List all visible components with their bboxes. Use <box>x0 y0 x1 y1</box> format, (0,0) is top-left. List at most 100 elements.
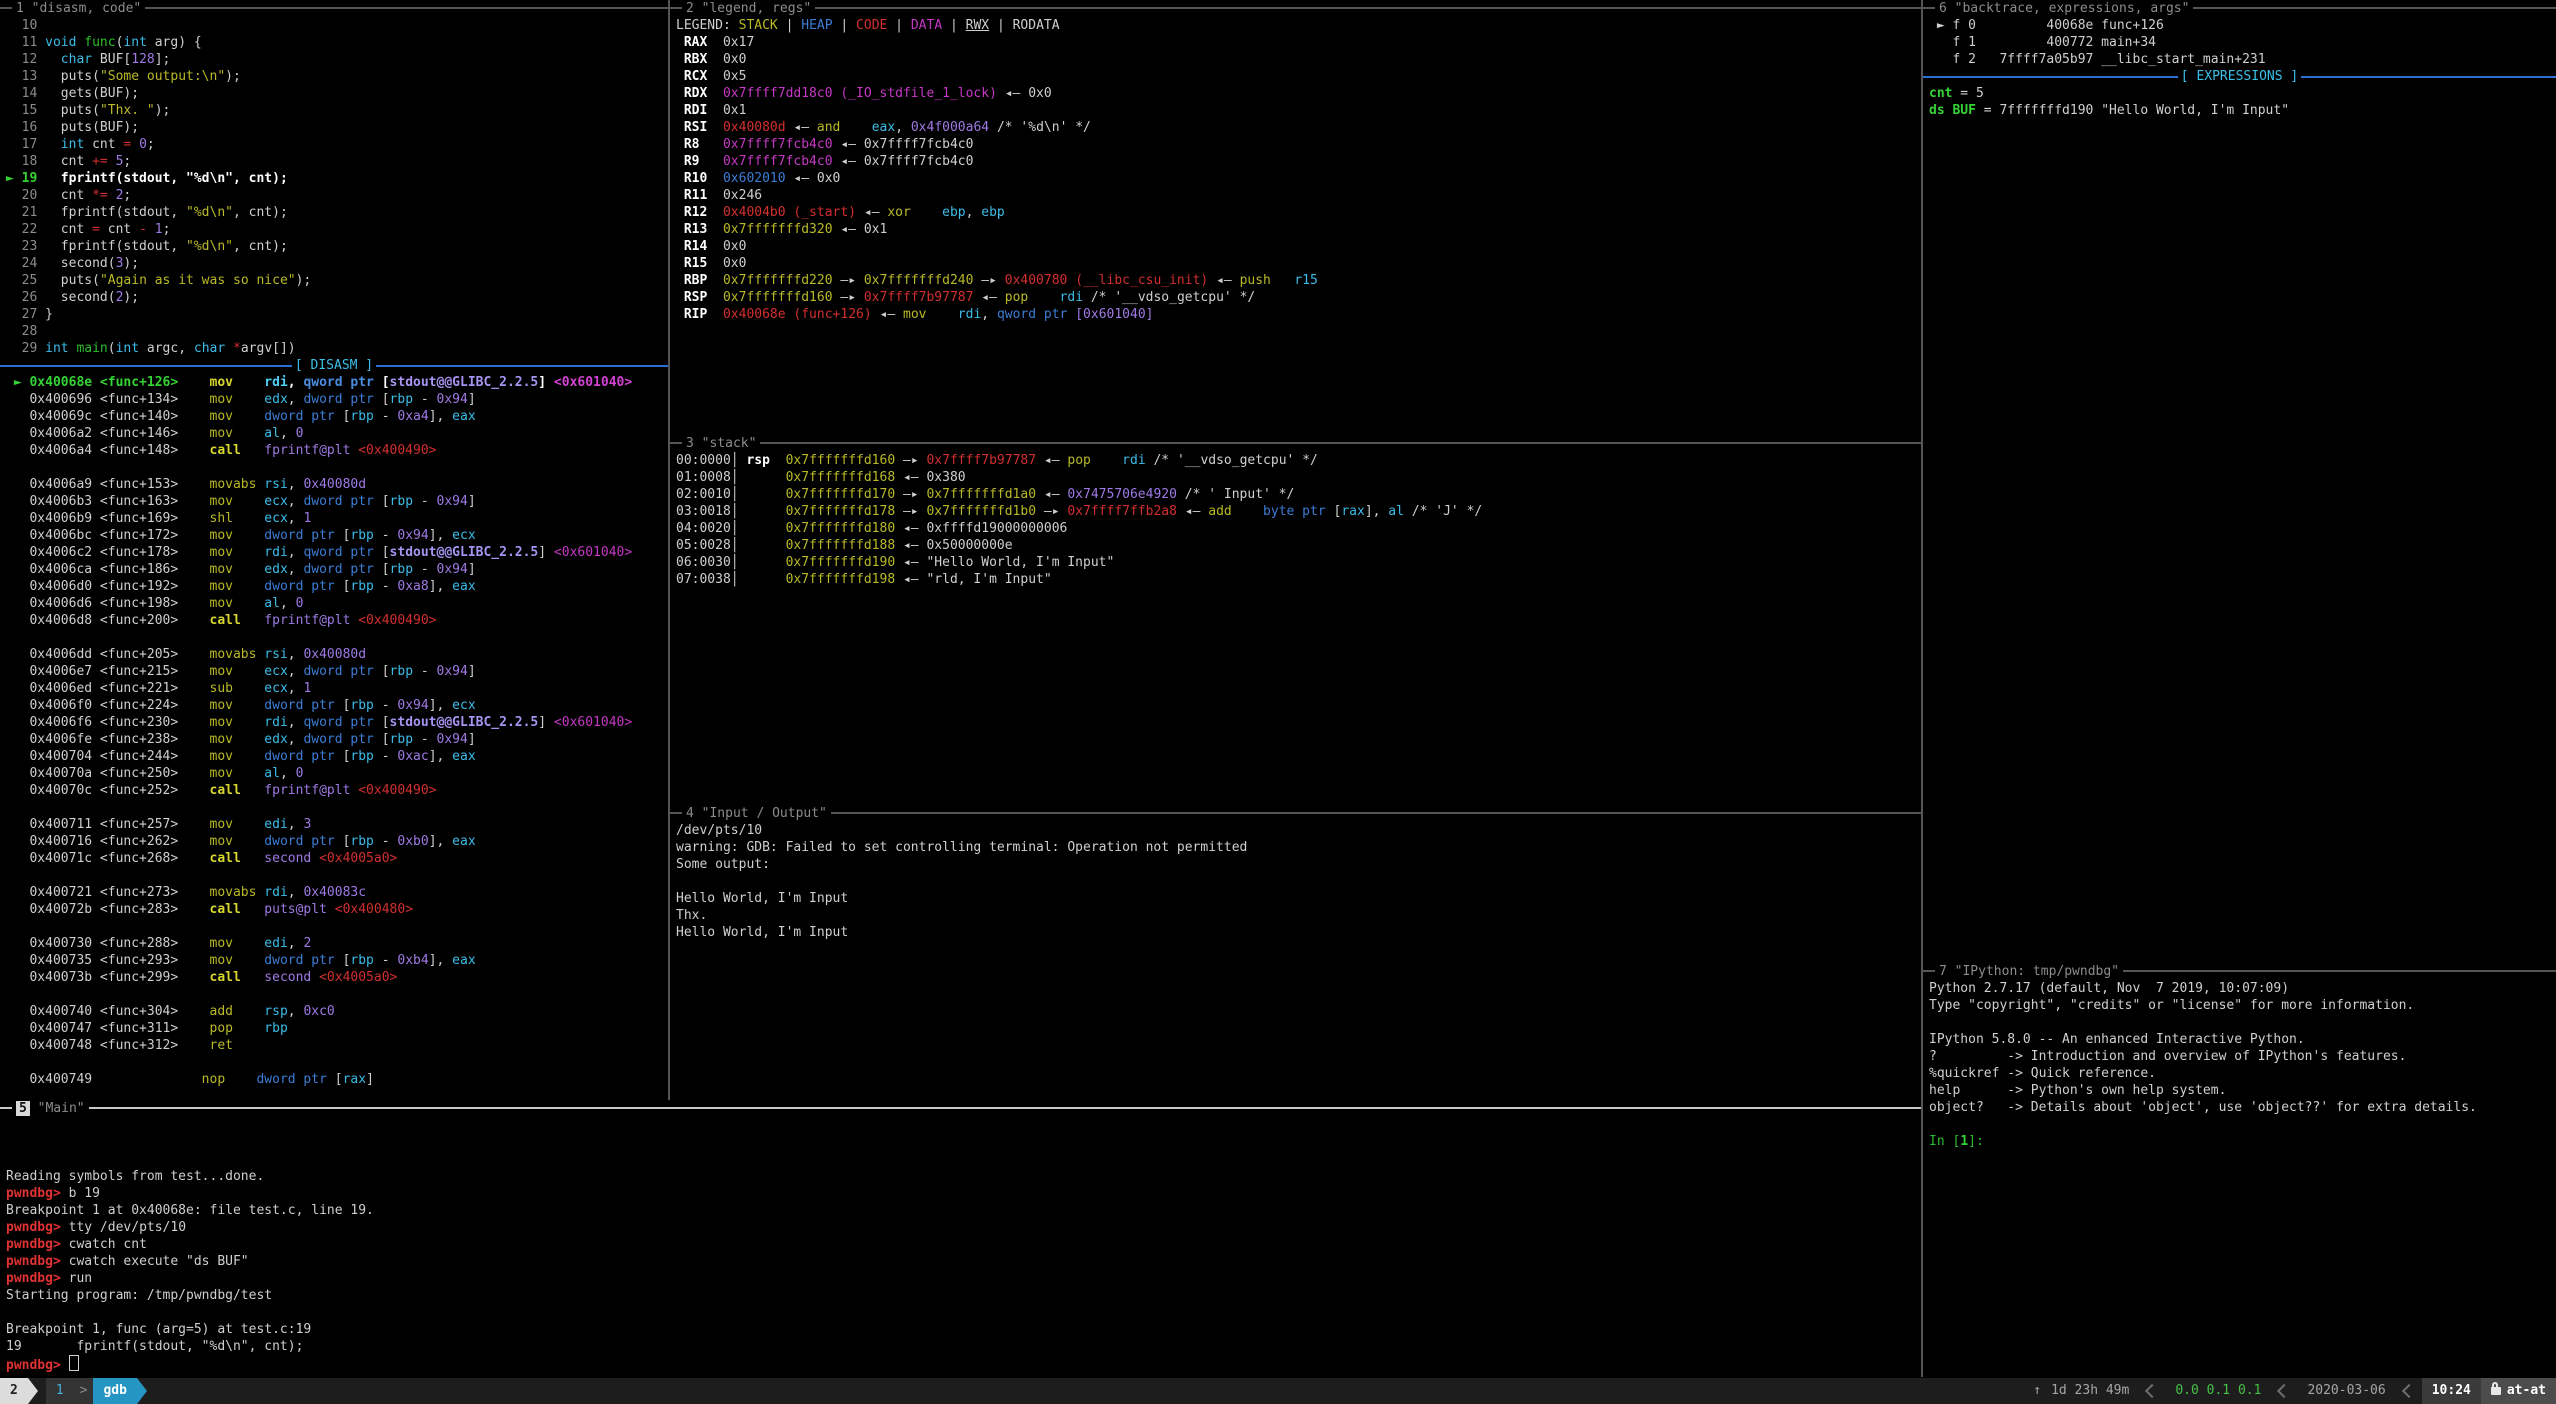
terminal-text <box>233 375 264 390</box>
terminal-text: dword ptr <box>264 749 334 764</box>
terminal-line <box>6 459 668 476</box>
terminal-text: RSI <box>676 120 723 135</box>
terminal-text: [ <box>374 494 390 509</box>
terminal-text: dword ptr <box>303 664 373 679</box>
terminal-text: 0x400748 <func+312> <box>6 1038 210 1053</box>
tmux-session-badge[interactable]: 2 <box>0 1378 28 1404</box>
terminal-text: [ <box>374 664 390 679</box>
terminal-text: stdout@@GLIBC_2.2.5 <box>390 375 539 390</box>
tmux-window-tab-gdb[interactable]: gdb <box>93 1378 136 1404</box>
terminal-text: rbp <box>350 528 373 543</box>
pane-main-gdb[interactable]: 5 "Main" Reading symbols from test...don… <box>0 1100 1921 1377</box>
terminal-line <box>1929 1014 2556 1031</box>
pane-vertical-border-right[interactable] <box>1921 0 1923 1377</box>
terminal-text: mov <box>210 409 233 424</box>
terminal-text: —▸ <box>833 273 864 288</box>
terminal-line: 28 <box>6 323 668 340</box>
terminal-text: puts(BUF); <box>45 120 139 135</box>
terminal-line: f 2 7ffff7a05b97 __libc_start_main+231 <box>1929 51 2556 68</box>
ipython-console-listing[interactable]: Python 2.7.17 (default, Nov 7 2019, 10:0… <box>1929 980 2556 1150</box>
terminal-text: 0x4006a4 <func+148> <box>6 443 210 458</box>
terminal-line: 0x40070a <func+250> mov al, 0 <box>6 765 668 782</box>
terminal-line: 0x4006a4 <func+148> call fprintf@plt <0x… <box>6 442 668 459</box>
terminal-text: rbp <box>350 579 373 594</box>
terminal-text: ; <box>123 154 131 169</box>
terminal-line: 0x400735 <func+293> mov dword ptr [rbp -… <box>6 952 668 969</box>
terminal-text: "Again as it was so nice" <box>100 273 296 288</box>
terminal-text: ◂— 0x50000000e <box>895 538 1012 553</box>
pane-backtrace-expressions[interactable]: 6 "backtrace, expressions, args" ► f 0 4… <box>1923 0 2556 963</box>
gdb-console-listing[interactable]: Reading symbols from test...done.pwndbg>… <box>6 1117 1921 1372</box>
terminal-text: ] <box>468 392 476 407</box>
pane-border-line <box>670 7 1921 9</box>
terminal-text: ► f 0 40068e func+126 <box>1929 18 2164 33</box>
terminal-text: 0x7fffffffd160 <box>723 290 833 305</box>
terminal-text: dword ptr <box>264 698 334 713</box>
terminal-text: | <box>833 18 856 33</box>
terminal-cursor[interactable] <box>69 1355 79 1371</box>
terminal-text: - <box>413 562 436 577</box>
terminal-text: RSP <box>676 290 723 305</box>
pane-title-label: 2 "legend, regs" <box>682 0 815 17</box>
terminal-text <box>131 137 139 152</box>
terminal-text: , cnt); <box>233 239 288 254</box>
terminal-text: , <box>280 426 296 441</box>
terminal-text <box>233 732 264 747</box>
pane-ipython[interactable]: 7 "IPython: tmp/pwndbg" Python 2.7.17 (d… <box>1923 963 2556 1377</box>
terminal-text: 0x94 <box>437 392 468 407</box>
pane-title-label: 3 "stack" <box>682 435 760 452</box>
terminal-line: 0x400748 <func+312> ret <box>6 1037 668 1054</box>
terminal-text: fprintf(stdout, <box>45 239 186 254</box>
pane-input-output[interactable]: 4 "Input / Output" /dev/pts/10warning: G… <box>670 805 1921 1100</box>
terminal-text: cnt <box>45 188 92 203</box>
terminal-text: 0x94 <box>397 698 428 713</box>
terminal-text: char <box>61 52 92 67</box>
terminal-line: pwndbg> tty /dev/pts/10 <box>6 1219 1921 1236</box>
terminal-line: pwndbg> b 19 <box>6 1185 1921 1202</box>
terminal-text: "%d\n" <box>186 205 233 220</box>
terminal-text: , <box>288 715 304 730</box>
terminal-text: call <box>210 783 241 798</box>
terminal-line: 0x40073b <func+299> call second <0x4005a… <box>6 969 668 986</box>
terminal-text <box>233 1004 264 1019</box>
terminal-text: rbp <box>390 392 413 407</box>
pane-legend-regs[interactable]: 2 "legend, regs" LEGEND: STACK | HEAP | … <box>670 0 1921 435</box>
tmux-window-index[interactable]: 1 <box>46 1378 74 1404</box>
terminal-text: , <box>288 477 304 492</box>
terminal-text: 0x94 <box>397 528 428 543</box>
terminal-text: 0x400749 <box>6 1072 202 1087</box>
terminal-text: func <box>84 35 115 50</box>
terminal-text: pwndbg> <box>6 1237 69 1252</box>
active-pane-number-badge: 5 <box>16 1101 30 1116</box>
terminal-text: - <box>374 749 397 764</box>
terminal-text: mov <box>210 494 233 509</box>
terminal-text: ◂— 0x7ffff7fcb4c0 <box>833 137 974 152</box>
terminal-text: , <box>288 664 304 679</box>
terminal-text: 29 <box>6 341 45 356</box>
terminal-line: 04:0020│ 0x7fffffffd180 ◂— 0xffffd190000… <box>676 520 1921 537</box>
terminal-text: 0x7ffff7fcb4c0 <box>723 137 833 152</box>
pane-disasm-code[interactable]: 1 "disasm, code" 10 11 void func(int arg… <box>0 0 668 1100</box>
terminal-text: call <box>210 613 241 628</box>
terminal-text: , <box>288 375 304 390</box>
terminal-line <box>1929 1116 2556 1133</box>
terminal-text: 0xa8 <box>397 579 428 594</box>
terminal-text: b 19 <box>69 1186 100 1201</box>
pane-vertical-border-left[interactable] <box>668 0 670 1100</box>
terminal-text: stdout@@GLIBC_2.2.5 <box>390 715 539 730</box>
terminal-text: rdi <box>958 307 981 322</box>
terminal-text: stdout@@GLIBC_2.2.5 <box>390 545 539 560</box>
terminal-text: 1 <box>155 222 163 237</box>
terminal-text: <0x4005a0> <box>319 970 397 985</box>
terminal-text: RBX <box>676 52 723 67</box>
terminal-text: 0x602010 <box>723 171 786 186</box>
terminal-text: cnt <box>45 154 92 169</box>
terminal-text: 03:0018│ <box>676 504 786 519</box>
pane-stack[interactable]: 3 "stack" 00:0000│ rsp 0x7fffffffd160 —▸… <box>670 435 1921 805</box>
terminal-text: mov <box>210 375 233 390</box>
terminal-text: argc, <box>139 341 194 356</box>
terminal-text: = <box>92 222 100 237</box>
powerline-arrow-icon <box>28 1378 38 1404</box>
terminal-text: 0x40080d <box>303 647 366 662</box>
terminal-text: [ <box>374 392 390 407</box>
